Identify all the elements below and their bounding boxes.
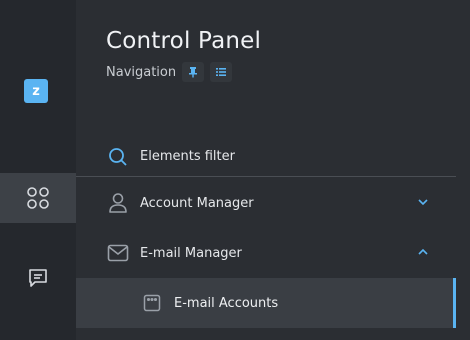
rail-item-apps[interactable] <box>0 173 76 223</box>
nav-label: Account Manager <box>140 195 254 211</box>
rail-item-chat[interactable] <box>0 263 76 293</box>
apps-grid-icon <box>27 187 49 209</box>
chat-icon <box>29 269 47 287</box>
control-panel: Control Panel Navigation Elements filter <box>76 0 470 340</box>
pin-button[interactable] <box>182 62 205 82</box>
page-title: Control Panel <box>106 28 262 54</box>
nav-label: E-mail Manager <box>140 245 242 261</box>
nav-subitem-label: E-mail Accounts <box>174 295 279 311</box>
app-logo[interactable]: z <box>24 79 48 103</box>
panel-footer <box>76 328 456 340</box>
nav-item-account-manager[interactable]: Account Manager <box>76 178 456 228</box>
logo-letter: z <box>32 83 40 99</box>
pin-icon <box>189 67 198 78</box>
panel-subtitle: Navigation <box>106 64 177 80</box>
list-view-button[interactable] <box>210 62 233 82</box>
subtitle-row: Navigation <box>106 62 233 82</box>
elements-filter[interactable]: Elements filter <box>76 137 456 177</box>
search-icon <box>108 147 128 167</box>
chevron-up-icon[interactable] <box>416 245 430 259</box>
list-icon <box>216 68 227 76</box>
nav-item-email-manager[interactable]: E-mail Manager <box>76 228 456 278</box>
chevron-down-icon[interactable] <box>416 195 430 209</box>
filter-label: Elements filter <box>140 149 235 164</box>
scroll-gutter <box>456 0 470 340</box>
nav-subitem-email-accounts[interactable]: E-mail Accounts <box>76 278 456 328</box>
user-icon <box>107 192 129 214</box>
envelope-icon <box>107 242 129 264</box>
account-card-icon <box>142 293 162 313</box>
left-rail: z <box>0 0 76 340</box>
